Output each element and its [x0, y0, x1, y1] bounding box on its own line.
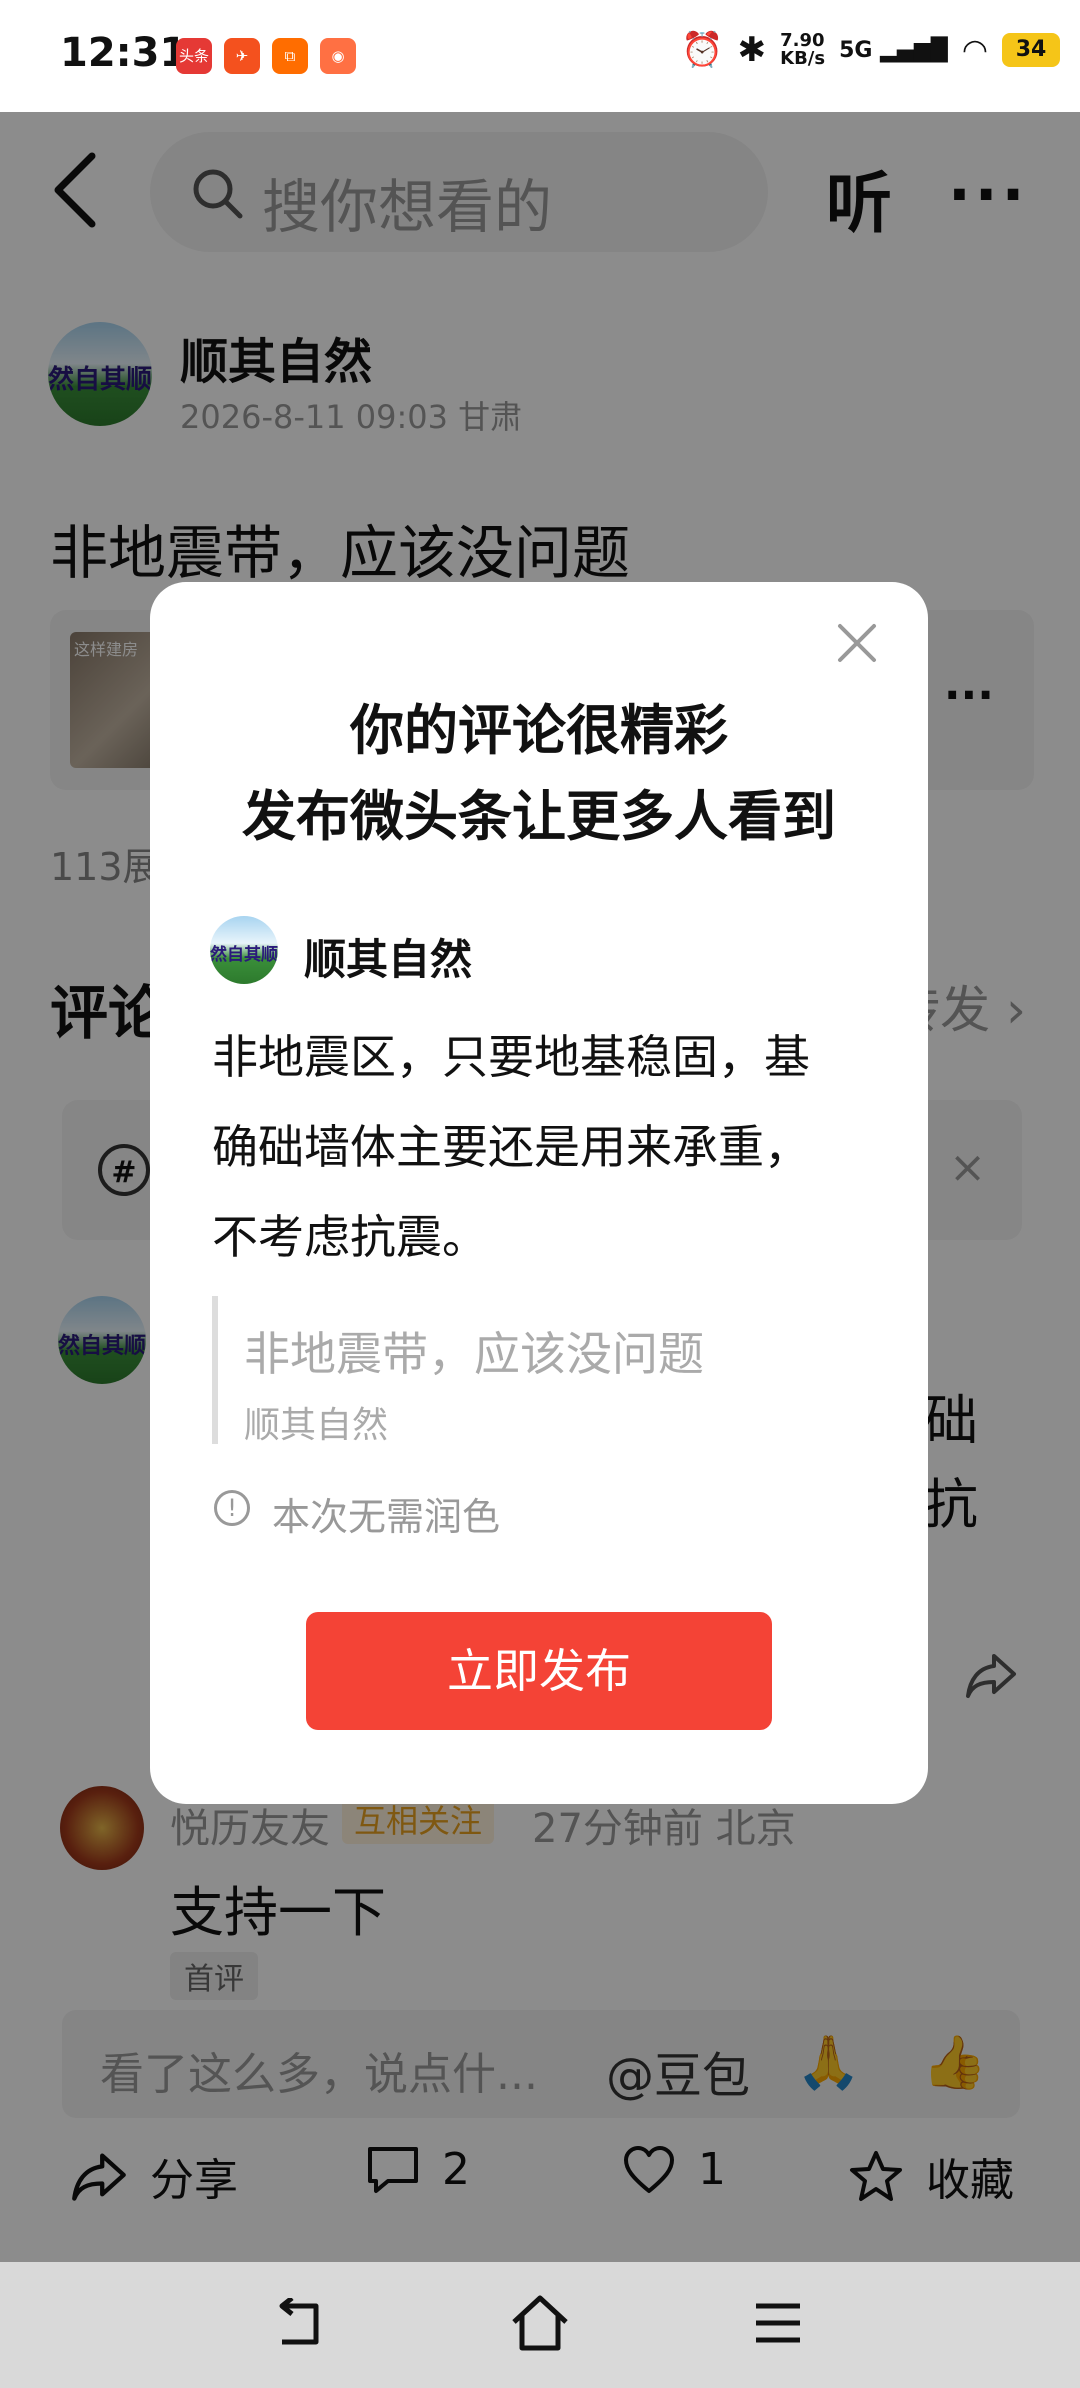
alarm-icon: ⏰ — [681, 30, 724, 70]
taobao-app-icon: ◉ — [320, 38, 356, 74]
info-icon: ! — [214, 1490, 250, 1526]
dialog-subtitle: 发布微头条让更多人看到 — [242, 785, 836, 848]
comment-preview: 非地震区，只要地基稳固，基确础墙体主要还是用来承重，不考虑抗震。 — [212, 1030, 810, 1264]
publish-suggestion-dialog: 你的评论很精彩 发布微头条让更多人看到 然自其顺 顺其自然 非地震区，只要地基稳… — [150, 582, 928, 1804]
avatar-text: 然自其顺 — [210, 945, 278, 966]
back-nav-icon[interactable] — [272, 2298, 328, 2350]
status-time: 12:31 — [60, 30, 188, 76]
author-avatar: 然自其顺 — [210, 916, 278, 984]
home-nav-icon[interactable] — [510, 2294, 570, 2352]
signal-icon: 5G ▂▄▆█ — [839, 37, 948, 63]
dialog-title: 你的评论很精彩 — [350, 699, 728, 762]
quoted-post-text: 非地震带，应该没问题 — [244, 1327, 704, 1381]
feishu-app-icon: ✈ — [224, 38, 260, 74]
bluetooth-icon: ✱ — [737, 30, 767, 70]
quoted-post: 非地震带，应该没问题 顺其自然 — [212, 1296, 838, 1446]
system-navigation-bar — [0, 2262, 1080, 2388]
kuaishou-app-icon: ⧉ — [272, 38, 308, 74]
menu-nav-icon[interactable] — [754, 2300, 802, 2346]
close-icon[interactable] — [832, 618, 882, 668]
battery-icon: 34 — [1002, 33, 1060, 67]
author-name: 顺其自然 — [304, 935, 473, 984]
toutiao-app-icon: 头条 — [176, 38, 212, 74]
polish-info: 本次无需润色 — [272, 1495, 501, 1539]
status-bar: 12:31 头条 ✈ ⧉ ◉ ⏰ ✱ 7.90 KB/s 5G ▂▄▆█ ◠ 3… — [0, 0, 1080, 112]
quoted-post-author: 顺其自然 — [244, 1405, 389, 1446]
status-indicators: ⏰ ✱ 7.90 KB/s 5G ▂▄▆█ ◠ 34 — [681, 30, 1060, 70]
net-speed: 7.90 KB/s — [780, 30, 826, 69]
network-type: 5G — [839, 37, 873, 63]
publish-now-button[interactable]: 立即发布 — [306, 1612, 772, 1730]
wifi-icon: ◠ — [961, 32, 988, 68]
